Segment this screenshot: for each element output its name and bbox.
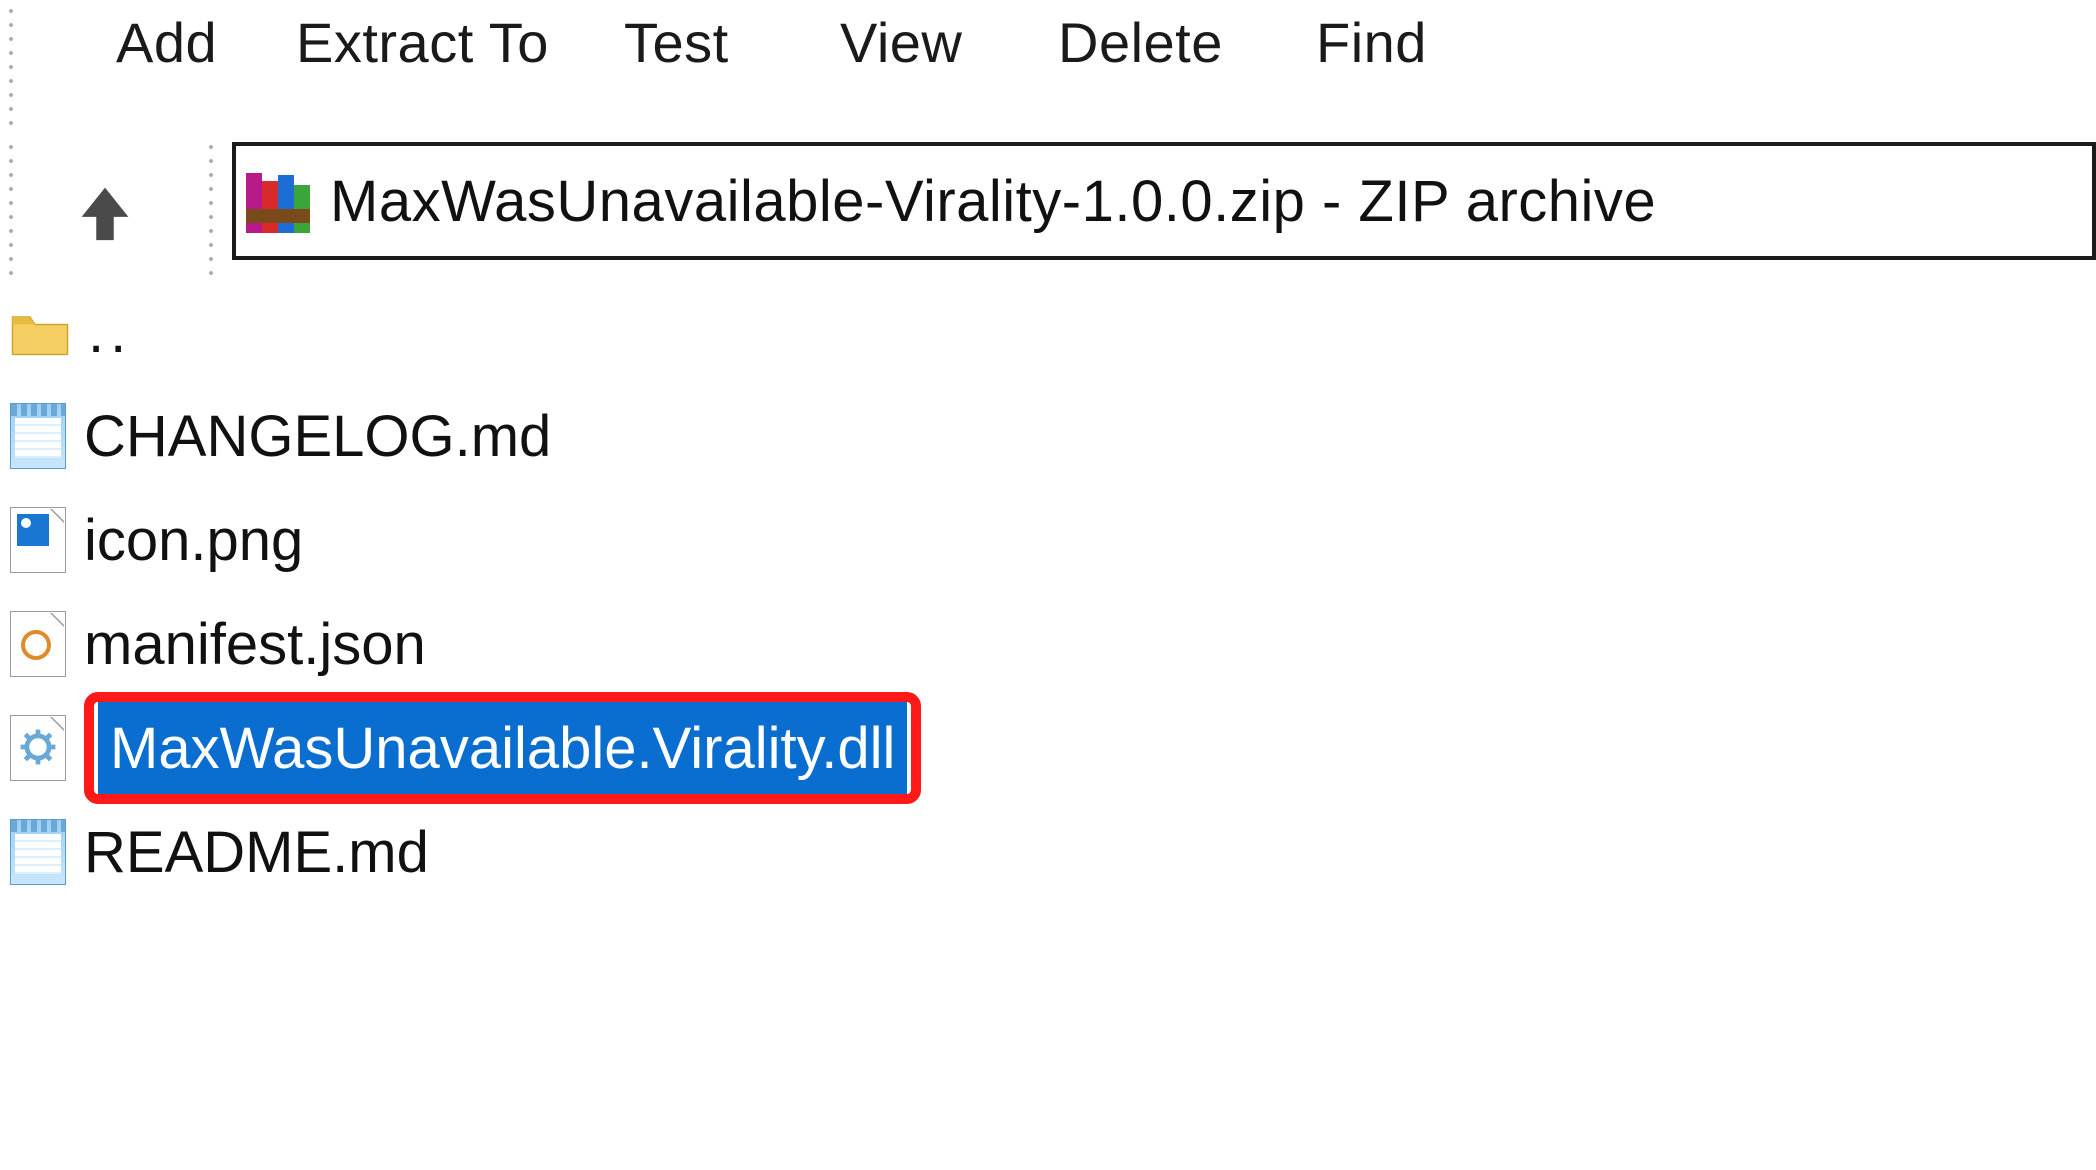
file-list: .. CHANGELOG.md icon.png manifest.json M… <box>0 270 2096 904</box>
text-file-icon <box>10 403 66 469</box>
add-button[interactable]: Add <box>116 10 217 75</box>
toolbar: Add Extract To Test View Delete Find <box>0 0 2096 130</box>
file-name: CHANGELOG.md <box>84 403 551 470</box>
folder-icon <box>10 302 70 362</box>
archive-path: MaxWasUnavailable-Virality-1.0.0.zip - Z… <box>330 168 1656 235</box>
winrar-icon <box>246 169 310 233</box>
file-row-readme[interactable]: README.md <box>0 800 2096 904</box>
file-name: MaxWasUnavailable.Virality.dll <box>98 702 907 794</box>
nav-grip-1[interactable] <box>0 136 22 276</box>
find-button[interactable]: Find <box>1316 10 1427 75</box>
test-button[interactable]: Test <box>624 10 729 75</box>
up-arrow-icon <box>70 176 140 246</box>
address-bar[interactable]: MaxWasUnavailable-Virality-1.0.0.zip - Z… <box>232 142 2096 260</box>
file-row-manifest[interactable]: manifest.json <box>0 592 2096 696</box>
json-file-icon <box>10 611 66 677</box>
up-one-level-button[interactable] <box>60 166 150 256</box>
file-row-parent[interactable]: .. <box>0 280 2096 384</box>
address-row: MaxWasUnavailable-Virality-1.0.0.zip - Z… <box>0 130 2096 270</box>
file-row-icon-png[interactable]: icon.png <box>0 488 2096 592</box>
dll-file-icon <box>10 715 66 781</box>
extract-to-button[interactable]: Extract To <box>296 10 549 75</box>
file-name: .. <box>88 299 132 366</box>
text-file-icon <box>10 819 66 885</box>
file-row-changelog[interactable]: CHANGELOG.md <box>0 384 2096 488</box>
image-file-icon <box>10 507 66 573</box>
nav-grip-2[interactable] <box>200 136 222 276</box>
toolbar-grip[interactable] <box>0 0 22 130</box>
file-row-dll[interactable]: MaxWasUnavailable.Virality.dll <box>0 696 2096 800</box>
file-name: manifest.json <box>84 611 426 678</box>
file-name: README.md <box>84 819 429 886</box>
file-name: icon.png <box>84 507 303 574</box>
view-button[interactable]: View <box>840 10 962 75</box>
delete-button[interactable]: Delete <box>1058 10 1223 75</box>
selection-highlight: MaxWasUnavailable.Virality.dll <box>84 692 921 804</box>
